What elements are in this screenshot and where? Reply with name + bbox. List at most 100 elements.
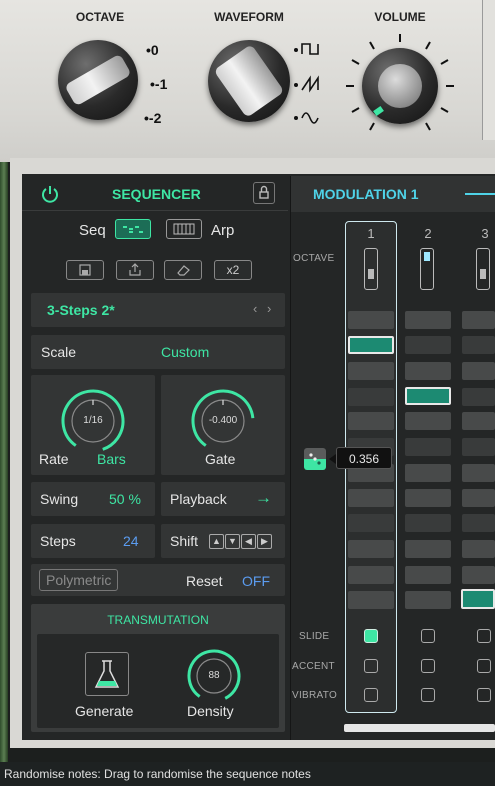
grid-cell[interactable] (405, 489, 451, 507)
grid-cell[interactable] (462, 540, 495, 558)
horizontal-scrollbar[interactable] (344, 724, 495, 732)
swing-row[interactable]: Swing 50 % (31, 482, 155, 516)
shift-left-icon[interactable]: ◀ (241, 534, 256, 549)
grid-cell[interactable] (462, 514, 495, 532)
scale-value[interactable]: Custom (161, 344, 209, 360)
save-icon (79, 264, 91, 276)
slide-checkbox-2[interactable] (421, 629, 435, 643)
grid-cell[interactable] (405, 438, 451, 456)
double-button[interactable]: x2 (214, 260, 252, 280)
octave-slider-2[interactable] (420, 248, 434, 290)
waveform-knob[interactable] (208, 40, 290, 122)
grid-cell-active[interactable] (348, 336, 394, 354)
grid-cell[interactable] (462, 362, 495, 380)
grid-cell[interactable] (462, 464, 495, 482)
grid-cell[interactable] (462, 412, 495, 430)
randomise-notes-button[interactable] (304, 448, 326, 470)
accent-checkbox-3[interactable] (477, 659, 491, 673)
grid-cell[interactable] (405, 566, 451, 584)
grid-cell[interactable] (405, 412, 451, 430)
octave-knob[interactable] (58, 40, 138, 120)
steps-value[interactable]: 24 (123, 533, 139, 549)
modulation-tab[interactable]: MODULATION 1 (291, 176, 495, 212)
grid-cell[interactable] (462, 438, 495, 456)
reset-value[interactable]: OFF (242, 573, 270, 589)
grid-cell[interactable] (405, 591, 451, 609)
accent-checkbox-2[interactable] (421, 659, 435, 673)
accent-checkbox-1[interactable] (364, 659, 378, 673)
seq-mode-button[interactable] (115, 219, 151, 239)
shift-up-icon[interactable]: ▲ (209, 534, 224, 549)
vibrato-checkbox-2[interactable] (421, 688, 435, 702)
piano-keys-icon (173, 223, 195, 235)
grid-cell[interactable] (348, 489, 394, 507)
gate-knob-value: -0.400 (208, 415, 238, 426)
preset-next-icon[interactable]: › (267, 301, 271, 316)
vibrato-checkbox-3[interactable] (477, 688, 491, 702)
vibrato-checkbox-1[interactable] (364, 688, 378, 702)
grid-cell[interactable] (348, 362, 394, 380)
octave-mark-minus1: •-1 (150, 76, 168, 92)
rate-label: Rate (39, 451, 69, 467)
playback-row[interactable]: Playback → (161, 482, 285, 516)
grid-cell[interactable] (348, 311, 394, 329)
column-number-3: 3 (481, 226, 489, 241)
grid-cell[interactable] (405, 464, 451, 482)
steps-row[interactable]: Steps 24 (31, 524, 155, 558)
lock-icon[interactable] (253, 182, 275, 204)
seq-label: Seq (79, 222, 106, 239)
export-button[interactable] (116, 260, 154, 280)
steps-label: Steps (40, 533, 76, 549)
preset-selector[interactable]: 3-Steps 2* ‹ › (31, 293, 285, 327)
grid-cell[interactable] (348, 412, 394, 430)
sequence-grid-icon (123, 226, 143, 233)
grid-cell[interactable] (405, 336, 451, 354)
shift-down-icon[interactable]: ▼ (225, 534, 240, 549)
grid-cell[interactable] (348, 591, 394, 609)
slide-row-label: SLIDE (299, 631, 330, 642)
grid-cell[interactable] (405, 540, 451, 558)
grid-cell-active[interactable] (405, 387, 451, 405)
grid-cell[interactable] (462, 566, 495, 584)
grid-cell[interactable] (348, 388, 394, 406)
grid-cell[interactable] (462, 489, 495, 507)
slide-checkbox-3[interactable] (477, 629, 491, 643)
scale-row[interactable]: Scale Custom (31, 335, 285, 369)
synth-control-panel: OCTAVE •0 •-1 •-2 WAVEFORM VOLUME (0, 0, 495, 162)
power-icon[interactable] (40, 184, 60, 204)
grid-cell[interactable] (462, 388, 495, 406)
erase-button[interactable] (164, 260, 202, 280)
rate-unit[interactable]: Bars (97, 451, 126, 467)
waveform-shape-icons (294, 43, 319, 124)
swing-label: Swing (40, 491, 79, 507)
grid-cell[interactable] (405, 514, 451, 532)
modulation-tab-title: MODULATION 1 (313, 186, 419, 202)
shift-right-icon[interactable]: ▶ (257, 534, 272, 549)
arp-mode-button[interactable] (166, 219, 202, 239)
eraser-icon (177, 265, 190, 276)
slide-checkbox-1[interactable] (364, 629, 378, 643)
playback-label: Playback (170, 491, 227, 507)
swing-value[interactable]: 50 % (109, 491, 141, 507)
accent-row-label: ACCENT (292, 661, 335, 672)
save-button[interactable] (66, 260, 104, 280)
octave-mark-minus2: •-2 (144, 110, 162, 126)
octave-slider-1[interactable] (364, 248, 378, 290)
transmutation-title: TRANSMUTATION (107, 613, 209, 627)
polymetric-toggle[interactable]: Polymetric (39, 569, 119, 591)
preset-prev-icon[interactable]: ‹ (253, 301, 257, 316)
generate-button[interactable] (85, 652, 129, 696)
grid-cell[interactable] (405, 362, 451, 380)
volume-label: VOLUME (374, 10, 426, 24)
volume-knob[interactable] (362, 48, 438, 124)
playback-direction-icon[interactable]: → (255, 488, 272, 508)
grid-cell[interactable] (462, 311, 495, 329)
grid-cell[interactable] (405, 311, 451, 329)
grid-cell[interactable] (348, 514, 394, 532)
status-bar: Randomise notes: Drag to randomise the s… (0, 762, 495, 786)
grid-cell-active[interactable] (461, 589, 495, 609)
octave-slider-3[interactable] (476, 248, 490, 290)
grid-cell[interactable] (348, 540, 394, 558)
grid-cell[interactable] (462, 336, 495, 354)
grid-cell[interactable] (348, 566, 394, 584)
